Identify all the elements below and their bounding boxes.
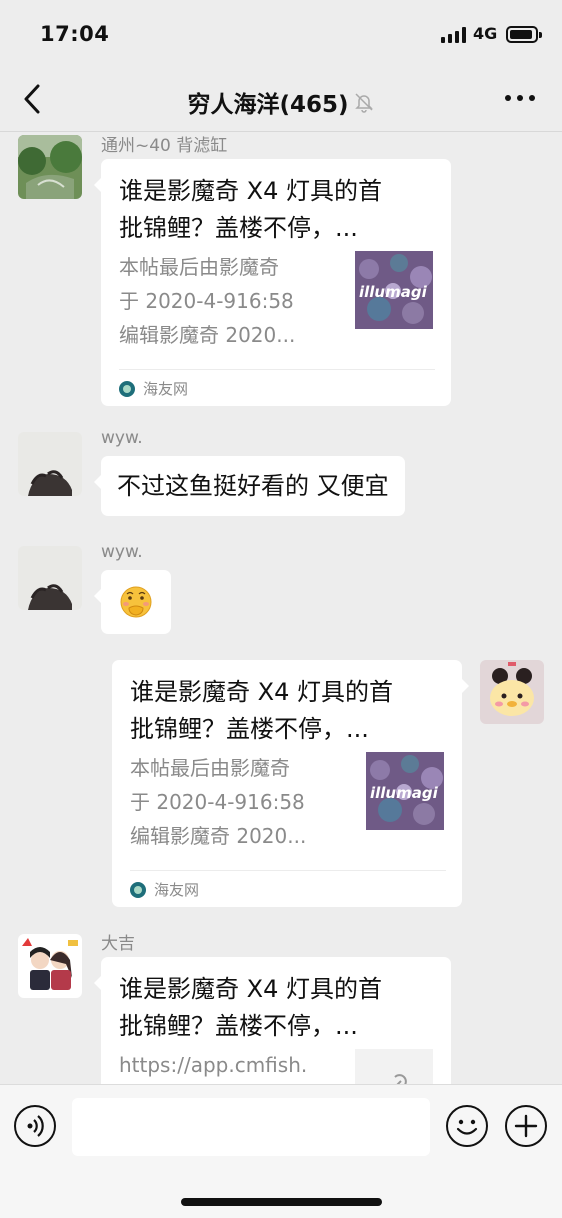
card-title: 谁是影魔奇 X4 灯具的首 批锦鲤？盖楼不停，... (130, 678, 393, 743)
card-source: 海友网 (119, 378, 188, 399)
network-type: 4G (473, 24, 498, 43)
sender-name: wyw. (101, 542, 143, 562)
svg-text:illumagi: illumagi (359, 283, 428, 301)
chat-header: 穷人海洋(465) (0, 66, 562, 132)
avatar[interactable] (18, 432, 82, 496)
status-time: 17:04 (40, 22, 110, 46)
site-logo-icon (119, 380, 135, 397)
covering-mouth-emoji-icon (120, 586, 152, 618)
plus-icon (514, 1114, 538, 1138)
chat-message-list[interactable]: 通州~40 背滤缸 谁是影魔奇 X4 灯具的首 批锦鲤？盖楼不停，... 本帖最… (0, 132, 562, 1084)
svg-text:illumagi: illumagi (370, 784, 439, 802)
more-actions-button[interactable] (505, 1105, 547, 1147)
link-card[interactable]: 谁是影魔奇 X4 灯具的首 批锦鲤？盖楼不停，... 本帖最后由影魔奇 于 20… (112, 660, 469, 907)
avatar[interactable] (18, 135, 82, 199)
card-thumbnail: illumagi (366, 752, 444, 830)
card-title: 谁是影魔奇 X4 灯具的首 批锦鲤？盖楼不停，... (119, 177, 382, 242)
link-card[interactable]: 谁是影魔奇 X4 灯具的首 批锦鲤？盖楼不停，... 本帖最后由影魔奇 于 20… (94, 159, 451, 406)
emoji-message[interactable] (94, 570, 171, 634)
sender-name: 大吉 (101, 934, 135, 954)
card-thumbnail (355, 1049, 433, 1084)
avatar[interactable] (18, 934, 82, 998)
card-title: 谁是影魔奇 X4 灯具的首 批锦鲤？盖楼不停，... (119, 975, 382, 1040)
status-bar: 17:04 4G (0, 0, 562, 66)
message-input[interactable] (72, 1098, 430, 1156)
avatar[interactable] (18, 546, 82, 610)
emoji-button[interactable] (446, 1105, 488, 1147)
home-indicator (181, 1198, 382, 1206)
link-icon (394, 1074, 407, 1084)
emoji-icon (456, 1119, 478, 1135)
card-source: 海友网 (130, 879, 199, 900)
card-thumbnail: illumagi (355, 251, 433, 329)
text-message[interactable]: 不过这鱼挺好看的 又便宜 (94, 456, 405, 516)
signal-icon (441, 27, 467, 43)
voice-icon (27, 1115, 44, 1137)
card-description: 本帖最后由影魔奇 于 2020-4-916:58 编辑影魔奇 2020... (119, 255, 296, 347)
card-description: https://app.cmfish. (119, 1053, 308, 1077)
site-logo-icon (130, 881, 146, 898)
voice-button[interactable] (14, 1105, 56, 1147)
link-card[interactable]: 谁是影魔奇 X4 灯具的首 批锦鲤？盖楼不停，... https://app.c… (94, 957, 451, 1084)
more-dots-icon (505, 95, 535, 101)
more-button[interactable] (503, 83, 537, 113)
sender-name: 通州~40 背滤缸 (101, 136, 228, 156)
sender-name: wyw. (101, 428, 143, 448)
my-avatar[interactable] (480, 660, 544, 724)
card-description: 本帖最后由影魔奇 于 2020-4-916:58 编辑影魔奇 2020... (130, 756, 307, 848)
chat-title[interactable]: 穷人海洋(465) (187, 85, 348, 119)
battery-icon (506, 26, 542, 43)
bell-muted-icon (354, 93, 373, 113)
